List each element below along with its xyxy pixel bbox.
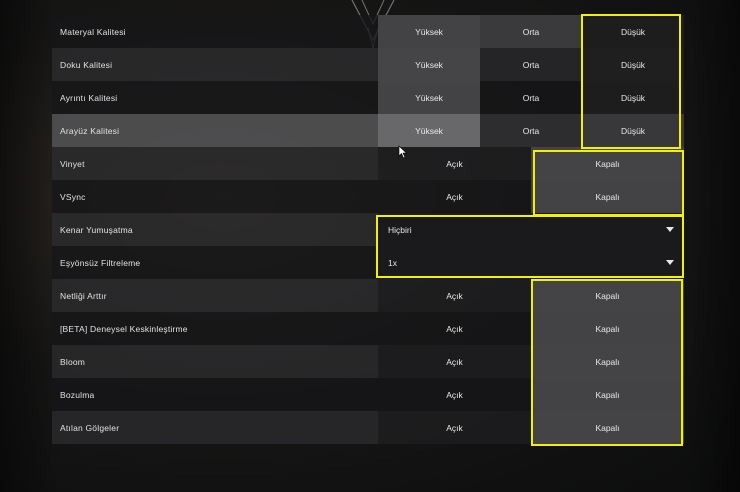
option-medium[interactable]: Orta <box>480 15 582 48</box>
option-on[interactable]: Açık <box>378 180 531 213</box>
option-low[interactable]: Düşük <box>582 15 684 48</box>
setting-row-anti-aliasing: Kenar Yumuşatma Hiçbiri <box>52 213 684 246</box>
option-off[interactable]: Kapalı <box>531 345 684 378</box>
option-high[interactable]: Yüksek <box>378 48 480 81</box>
option-off[interactable]: Kapalı <box>531 279 684 312</box>
setting-row-cast-shadows: Atılan Gölgeler Açık Kapalı <box>52 411 684 444</box>
option-off[interactable]: Kapalı <box>531 411 684 444</box>
setting-row-vsync: VSync Açık Kapalı <box>52 180 684 213</box>
anisotropic-filtering-dropdown[interactable]: 1x <box>378 246 684 279</box>
chevron-down-icon <box>666 227 674 232</box>
option-on[interactable]: Açık <box>378 378 531 411</box>
option-high[interactable]: Yüksek <box>378 81 480 114</box>
setting-label: VSync <box>52 180 378 213</box>
option-medium[interactable]: Orta <box>480 81 582 114</box>
setting-row-ui-quality: Arayüz Kalitesi Yüksek Orta Düşük <box>52 114 684 147</box>
option-on[interactable]: Açık <box>378 345 531 378</box>
option-off[interactable]: Kapalı <box>531 147 684 180</box>
setting-label: Bozulma <box>52 378 378 411</box>
setting-label: Ayrıntı Kalitesi <box>52 81 378 114</box>
mouse-cursor-icon <box>398 145 408 159</box>
setting-row-experimental-sharpening: [BETA] Deneysel Keskinleştirme Açık Kapa… <box>52 312 684 345</box>
option-high[interactable]: Yüksek <box>378 114 480 147</box>
setting-row-anisotropic-filtering: Eşyönsüz Filtreleme 1x <box>52 246 684 279</box>
setting-label: Netliği Arttır <box>52 279 378 312</box>
setting-row-distortion: Bozulma Açık Kapalı <box>52 378 684 411</box>
setting-row-detail-quality: Ayrıntı Kalitesi Yüksek Orta Düşük <box>52 81 684 114</box>
option-off[interactable]: Kapalı <box>531 312 684 345</box>
option-low[interactable]: Düşük <box>582 48 684 81</box>
option-medium[interactable]: Orta <box>480 48 582 81</box>
setting-row-bloom: Bloom Açık Kapalı <box>52 345 684 378</box>
setting-label: Materyal Kalitesi <box>52 15 378 48</box>
option-on[interactable]: Açık <box>378 279 531 312</box>
setting-label: Kenar Yumuşatma <box>52 213 378 246</box>
setting-label: [BETA] Deneysel Keskinleştirme <box>52 312 378 345</box>
option-off[interactable]: Kapalı <box>531 378 684 411</box>
option-off[interactable]: Kapalı <box>531 180 684 213</box>
setting-label: Doku Kalitesi <box>52 48 378 81</box>
setting-label: Atılan Gölgeler <box>52 411 378 444</box>
option-medium[interactable]: Orta <box>480 114 582 147</box>
option-low[interactable]: Düşük <box>582 81 684 114</box>
anti-aliasing-dropdown[interactable]: Hiçbiri <box>378 213 684 246</box>
option-low[interactable]: Düşük <box>582 114 684 147</box>
setting-label: Bloom <box>52 345 378 378</box>
setting-row-improve-clarity: Netliği Arttır Açık Kapalı <box>52 279 684 312</box>
option-on[interactable]: Açık <box>378 411 531 444</box>
option-on[interactable]: Açık <box>378 312 531 345</box>
setting-label: Arayüz Kalitesi <box>52 114 378 147</box>
chevron-down-icon <box>666 260 674 265</box>
dropdown-value: 1x <box>388 257 397 268</box>
graphics-settings-panel: Materyal Kalitesi Yüksek Orta Düşük Doku… <box>52 15 684 449</box>
setting-label: Eşyönsüz Filtreleme <box>52 246 378 279</box>
setting-row-texture-quality: Doku Kalitesi Yüksek Orta Düşük <box>52 48 684 81</box>
setting-row-material-quality: Materyal Kalitesi Yüksek Orta Düşük <box>52 15 684 48</box>
setting-row-vignette: Vinyet Açık Kapalı <box>52 147 684 180</box>
dropdown-value: Hiçbiri <box>388 224 412 235</box>
setting-label: Vinyet <box>52 147 378 180</box>
option-high[interactable]: Yüksek <box>378 15 480 48</box>
